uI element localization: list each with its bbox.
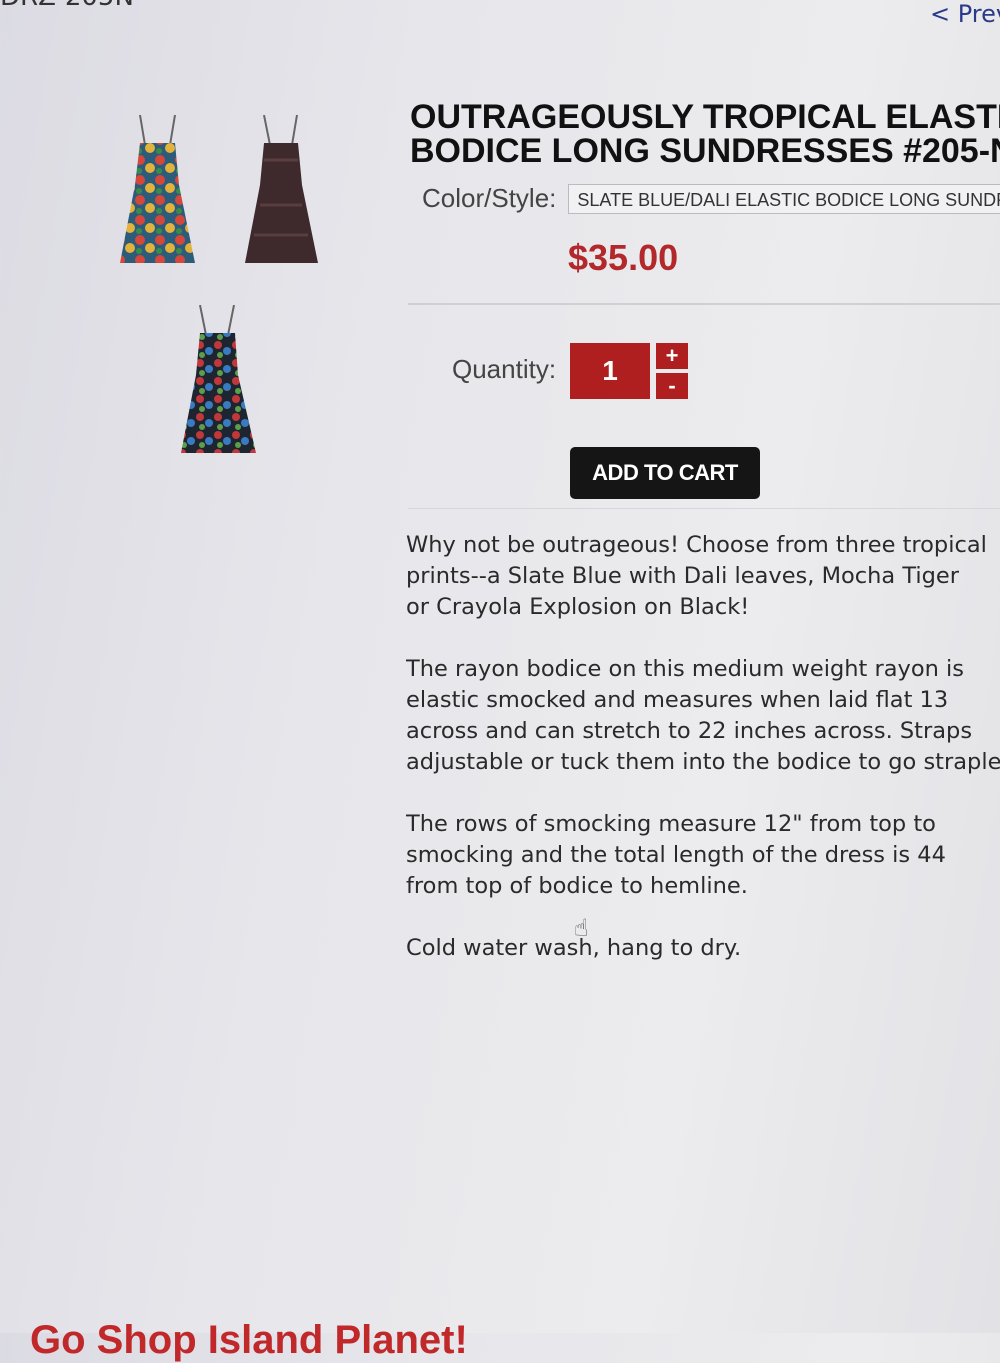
product-title-line2: BODICE LONG SUNDRESSES #205-N — [410, 132, 1000, 168]
hand-cursor-icon: ☝ — [574, 914, 589, 942]
description-line: Why not be outrageous! Choose from three… — [406, 532, 987, 558]
color-style-label: Color/Style: — [422, 183, 557, 213]
quantity-input[interactable]: 1 — [570, 343, 650, 399]
divider — [408, 303, 1000, 305]
quantity-label: Quantity: — [452, 354, 557, 384]
description-line: The rayon bodice on this medium weight r… — [406, 656, 965, 682]
sku-code: DRZ-205N — [0, 0, 134, 12]
description-line: across and can stretch to 22 inches acro… — [406, 718, 973, 744]
color-style-select[interactable]: SLATE BLUE/DALI ELASTIC BODICE LONG SUND… — [568, 183, 1000, 214]
thumbnail-mocha-tiger-dress[interactable] — [242, 115, 322, 270]
description-line: from top of bodice to hemline. — [406, 873, 748, 899]
description-paragraph: Cold water wash, hang to dry. — [406, 933, 1000, 964]
color-style-row: Color/Style: SLATE BLUE/DALI ELASTIC BOD… — [422, 183, 1000, 214]
description-paragraph: The rows of smocking measure 12" from to… — [406, 809, 1000, 902]
footer-tagline: Go Shop Island Planet! — [30, 1318, 468, 1362]
divider — [408, 508, 1000, 509]
description-line: adjustable or tuck them into the bodice … — [406, 749, 1000, 775]
quantity-increase-button[interactable]: + — [656, 343, 688, 369]
description-line: The rows of smocking measure 12" from to… — [406, 811, 936, 837]
prev-link[interactable]: < Prev — [930, 0, 1000, 28]
quantity-decrease-button[interactable]: - — [656, 373, 688, 399]
description-line: elastic smocked and measures when laid f… — [406, 687, 949, 713]
product-description: Why not be outrageous! Choose from three… — [406, 530, 1000, 995]
description-paragraph: The rayon bodice on this medium weight r… — [406, 654, 1000, 778]
product-title-line1: OUTRAGEOUSLY TROPICAL ELASTIC — [410, 100, 1000, 136]
description-line: prints--a Slate Blue with Dali leaves, M… — [406, 563, 959, 589]
add-to-cart-button[interactable]: ADD TO CART — [570, 447, 760, 499]
thumbnail-crayola-explosion-dress[interactable] — [178, 305, 260, 460]
description-paragraph: Why not be outrageous! Choose from three… — [406, 530, 1000, 623]
product-title: OUTRAGEOUSLY TROPICAL ELASTIC BODICE LON… — [410, 100, 1000, 168]
description-line: or Crayola Explosion on Black! — [406, 594, 750, 620]
product-price: $35.00 — [568, 237, 679, 278]
thumbnail-slate-blue-dress[interactable] — [115, 115, 200, 270]
description-line: smocking and the total length of the dre… — [406, 842, 946, 868]
